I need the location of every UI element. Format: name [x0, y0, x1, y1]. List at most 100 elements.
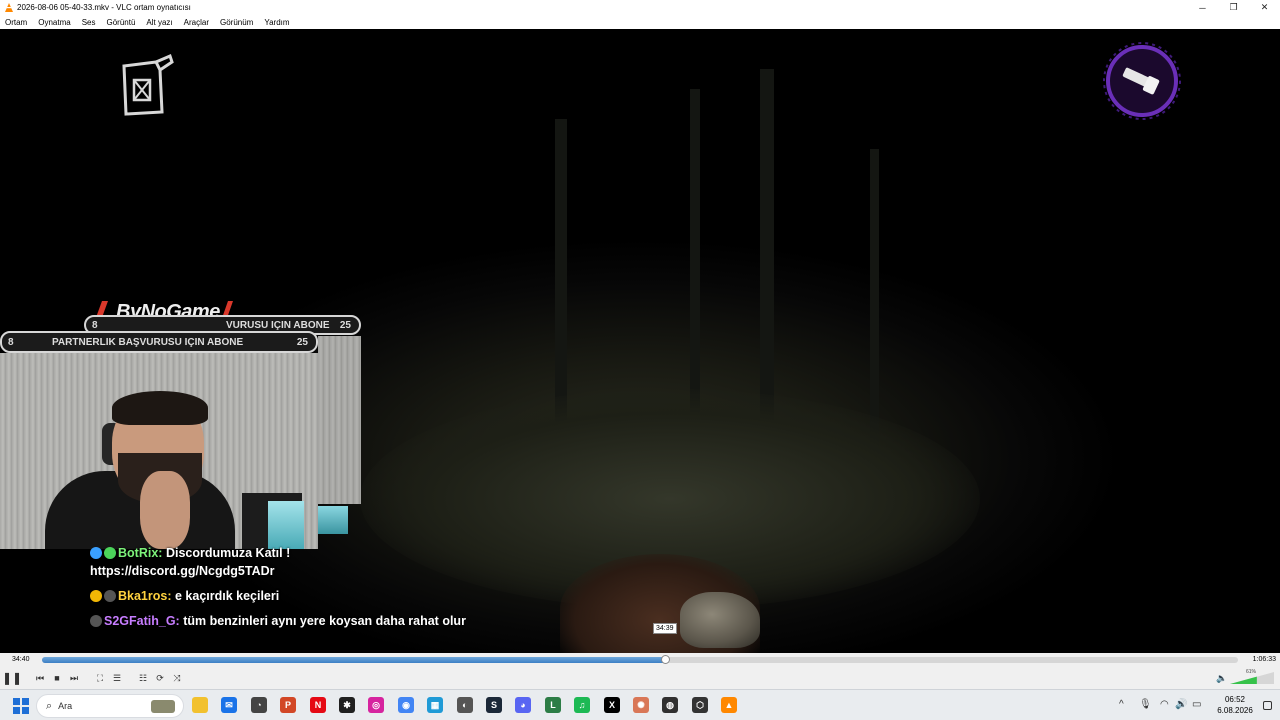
goal-text: VURUSU IÇIN ABONE: [226, 319, 330, 331]
search-highlight-icon: [151, 700, 175, 713]
notification-icon[interactable]: [1263, 701, 1272, 710]
chat-username: S2GFatih_G:: [104, 614, 180, 628]
menu-oynatma[interactable]: Oynatma: [38, 18, 70, 27]
chat-message: BotRix: Discordumuza Katıl ! https://dis…: [90, 544, 470, 580]
time-elapsed: 34:40: [12, 656, 30, 663]
seek-progress: [42, 657, 666, 663]
chat-message: S2GFatih_G: tüm benzinleri aynı yere koy…: [90, 612, 470, 630]
battery-icon[interactable]: ▭: [1192, 699, 1201, 710]
control-buttons: ❚❚ ⏮ ■ ⏭ ⛶ ☰ ☷ ⟳ ⤨: [0, 667, 1280, 689]
window-controls: ─ ❐ ✕: [1187, 0, 1280, 15]
taskbar-clock[interactable]: 06:52 6.08.2026: [1215, 694, 1255, 716]
library-icon[interactable]: L: [545, 697, 561, 713]
maximize-button[interactable]: ❐: [1218, 0, 1249, 15]
stop-button[interactable]: ■: [49, 670, 65, 686]
mouse-app-icon[interactable]: ◐: [457, 697, 473, 713]
speaker-icon[interactable]: 🔈: [1216, 673, 1227, 684]
speaker-icon[interactable]: 🔊: [1175, 699, 1187, 710]
menu-bar: Ortam Oynatma Ses Görüntü Alt yazı Araçl…: [0, 15, 1280, 29]
badge-icon: [104, 547, 116, 559]
instagram-icon[interactable]: ◎: [368, 697, 384, 713]
monitor-glow: [318, 506, 348, 534]
chatgpt-icon[interactable]: ✱: [339, 697, 355, 713]
monitor-glow: [268, 501, 304, 549]
chat-username: BotRix:: [118, 546, 163, 560]
menu-gorunum[interactable]: Görünüm: [220, 18, 253, 27]
badge-icon: [90, 590, 102, 602]
microphone-icon[interactable]: 🎙: [1139, 699, 1152, 710]
loop-button[interactable]: ⟳: [152, 670, 168, 686]
file-explorer-icon[interactable]: [192, 697, 208, 713]
seek-hover-tooltip: 34:39: [653, 623, 677, 634]
search-icon: ⌕: [46, 699, 53, 712]
taskbar-search[interactable]: ⌕ Ara: [36, 694, 184, 718]
vlc-cone-icon: [5, 2, 13, 12]
goal-target: 25: [339, 319, 351, 331]
powerpoint-icon[interactable]: P: [280, 697, 296, 713]
badge-icon: [104, 590, 116, 602]
pause-button[interactable]: ❚❚: [2, 670, 22, 686]
close-button[interactable]: ✕: [1249, 0, 1280, 15]
minimize-button[interactable]: ─: [1187, 0, 1218, 15]
x-icon[interactable]: X: [604, 697, 620, 713]
netflix-icon[interactable]: N: [310, 697, 326, 713]
subscribe-goal-banner: 8 PARTNERLIK BAŞVURUSU IÇIN ABONE 25: [0, 331, 318, 353]
previous-button[interactable]: ⏮: [32, 670, 48, 686]
unity-icon[interactable]: ⬡: [692, 697, 708, 713]
badge-icon: [90, 615, 102, 627]
goal-text: PARTNERLIK BAŞVURUSU IÇIN ABONE: [52, 336, 244, 348]
goal-current: 8: [92, 319, 98, 331]
fullscreen-button[interactable]: ⛶: [92, 670, 108, 686]
video-area[interactable]: ByNoGame 8 VURUSU IÇIN ABONE 25 8 PARTNE…: [0, 29, 1280, 653]
seek-knob[interactable]: [661, 655, 671, 664]
seek-bar[interactable]: [42, 655, 1238, 664]
chat-username: Bka1ros:: [118, 589, 172, 603]
clock-time: 06:52: [1224, 695, 1246, 704]
steam-icon[interactable]: S: [486, 697, 502, 713]
windows-taskbar: ⌕ Ara ✉ ◔ P N ✱ ◎ ◉ ▦ ◐ S ◕ L ♫ X ✺ ◍ ⬡ ▲ ^ 🎙 ◠ 🔊 ▭ 06:52…: [0, 689, 1280, 720]
webcam-overlay: [0, 353, 318, 549]
menu-ses[interactable]: Ses: [82, 18, 96, 27]
title-bar: 2026-08-06 05-40-33.mkv - VLC ortam oyna…: [0, 0, 1280, 15]
goal-current: 8: [8, 336, 14, 348]
player-controls: 34:40 1:06:33 ❚❚ ⏮ ■ ⏭ ⛶ ☰ ☷ ⟳ ⤨ 🔈 61%: [0, 653, 1280, 689]
jerrycan-icon: [122, 53, 174, 116]
menu-goruntu[interactable]: Görüntü: [107, 18, 136, 27]
chat-text: tüm benzinleri aynı yere koysan daha rah…: [183, 614, 466, 628]
next-button[interactable]: ⏭: [66, 670, 82, 686]
tray-chevron-icon[interactable]: ^: [1119, 699, 1124, 710]
shuffle-button[interactable]: ⤨: [169, 670, 185, 686]
window-title: 2026-08-06 05-40-33.mkv - VLC ortam oyna…: [17, 3, 191, 12]
outlook-icon[interactable]: ✉: [221, 697, 237, 713]
menu-alt-yazi[interactable]: Alt yazı: [146, 18, 172, 27]
obs-icon[interactable]: ◍: [662, 697, 678, 713]
chat-overlay: BotRix: Discordumuza Katıl ! https://dis…: [90, 544, 470, 637]
search-placeholder: Ara: [58, 701, 73, 711]
speed-icon[interactable]: ◔: [251, 697, 267, 713]
wifi-icon[interactable]: ◠: [1160, 699, 1169, 710]
webcam-background: [318, 336, 361, 534]
menu-araclar[interactable]: Araçlar: [184, 18, 209, 27]
windows-start-icon[interactable]: [13, 698, 29, 714]
flashlight-icon: [1103, 42, 1181, 120]
streamer-hair: [112, 391, 208, 425]
spotify-icon[interactable]: ♫: [574, 697, 590, 713]
claude-icon[interactable]: ✺: [633, 697, 649, 713]
time-total: 1:06:33: [1252, 656, 1276, 663]
store-icon[interactable]: ▦: [427, 697, 443, 713]
chrome-icon[interactable]: ◉: [398, 697, 414, 713]
menu-ortam[interactable]: Ortam: [5, 18, 27, 27]
extended-settings-button[interactable]: ☰: [109, 670, 125, 686]
discord-icon[interactable]: ◕: [515, 697, 531, 713]
playlist-button[interactable]: ☷: [135, 670, 151, 686]
animal-skull: [680, 592, 760, 648]
badge-icon: [90, 547, 102, 559]
chat-text: e kaçırdık keçileri: [174, 589, 280, 603]
menu-yardim[interactable]: Yardım: [264, 18, 289, 27]
goal-target: 25: [296, 336, 308, 348]
vlc-icon[interactable]: ▲: [721, 697, 737, 713]
seek-row: 34:40 1:06:33: [0, 653, 1280, 667]
volume-control[interactable]: 🔈 61%: [1216, 669, 1276, 685]
streamer-hand: [140, 471, 190, 549]
chat-message: Bka1ros: e kaçırdık keçileri: [90, 587, 470, 605]
